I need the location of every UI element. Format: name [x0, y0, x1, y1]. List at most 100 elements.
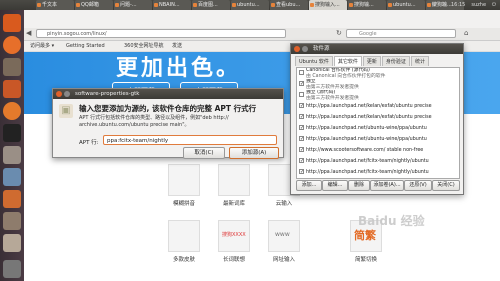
bookmark-getting-started[interactable]: Getting Started	[66, 41, 105, 51]
settings-icon[interactable]	[3, 146, 21, 164]
source-checkbox[interactable]: ✓	[299, 136, 304, 142]
source-checkbox[interactable]: ✓	[299, 125, 304, 131]
feature-fuzzy-pinyin[interactable]: 模糊拼音	[164, 164, 204, 207]
feature-latest-dictionary[interactable]: 最新词库	[214, 164, 254, 207]
source-row[interactable]: 独立 (源代码) 由第三方软件开发者提供	[297, 90, 459, 101]
browser-tab-strip: 千文本 QQ邮箱 问题-... NBAIN... 百度图... ubuntu..…	[36, 0, 465, 10]
source-checkbox[interactable]	[299, 70, 304, 75]
tab-other-software[interactable]: 其它软件	[333, 56, 362, 66]
revert-button[interactable]: 还原(V)	[404, 180, 432, 191]
dialog-heading: 输入您要添加为源的, 该软件仓库的完整 APT 行式行	[79, 104, 257, 113]
dialog-title: software-properties-gtk	[75, 91, 140, 97]
tab-statistics[interactable]: 统计	[410, 56, 429, 66]
watermark: Baidu 经验	[358, 214, 425, 228]
source-checkbox[interactable]: ✓	[299, 158, 304, 164]
dash-home-icon[interactable]	[3, 14, 21, 32]
feature-long-word[interactable]: 搜狗XXXX 长词联想	[214, 220, 254, 263]
browser-tab[interactable]: 搜狗输...	[348, 0, 386, 10]
volume-icon[interactable]: ♪	[442, 0, 445, 10]
network-icon[interactable]: ⇅	[432, 0, 436, 10]
edit-button[interactable]: 编辑...	[322, 180, 348, 191]
back-icon[interactable]: ◀	[26, 29, 31, 37]
feature-skins[interactable]: 多款皮肤	[164, 220, 204, 263]
favicon-icon	[76, 3, 80, 7]
top-panel: 千文本 QQ邮箱 问题-... NBAIN... 百度图... ubuntu..…	[0, 0, 500, 10]
workspace-icon[interactable]	[3, 234, 21, 252]
browser-tab[interactable]: 问题-...	[114, 0, 152, 10]
source-checkbox[interactable]: ✓	[299, 103, 304, 109]
source-checkbox[interactable]: ✓	[299, 169, 304, 175]
tab-authentication[interactable]: 身份验证	[381, 56, 410, 66]
source-checkbox[interactable]: ✓	[299, 114, 304, 120]
source-row[interactable]: Canonical 合作伙伴 (源代码) 由 Canonical 向合作伙伴打包的…	[297, 68, 459, 79]
source-row[interactable]: ✓ http://ppa.launchpad.net/ubuntu-wine/pp…	[297, 134, 459, 145]
browser-tab[interactable]: 千文本	[36, 0, 74, 10]
close-icon[interactable]	[294, 46, 300, 52]
source-row[interactable]: ✓ http://ppa.launchpad.net/kelan/exfat/ub…	[297, 112, 459, 123]
app-icon[interactable]	[3, 190, 21, 208]
remove-button[interactable]: 删除	[348, 180, 370, 191]
bookmark-most-visited[interactable]: 访问最多 ▾	[30, 41, 54, 51]
favicon-icon	[37, 3, 41, 7]
browser-tab[interactable]: 百度图...	[192, 0, 230, 10]
software-center-icon[interactable]	[3, 80, 21, 98]
fuzzy-pinyin-icon	[168, 164, 200, 196]
source-row[interactable]: ✓ http://ppa.launchpad.net/fcitx-team/nig…	[297, 156, 459, 167]
unity-launcher	[0, 10, 24, 281]
browser-tab[interactable]: 查看ubu...	[270, 0, 308, 10]
source-row[interactable]: ✓ http://ppa.launchpad.net/ubuntu-wine/pp…	[297, 123, 459, 134]
firefox-icon[interactable]	[3, 36, 21, 54]
favicon-icon	[349, 3, 353, 7]
user-name[interactable]: suzhe	[471, 0, 486, 10]
browser-tab[interactable]: QQ邮箱	[75, 0, 113, 10]
source-row[interactable]: ✓ http://ppa.launchpad.net/kelan/exfat/ub…	[297, 101, 459, 112]
source-row[interactable]: ✓ http://ppa.launchpad.net/fcitx-team/nig…	[297, 167, 459, 178]
files-icon[interactable]	[3, 58, 21, 76]
close-icon[interactable]	[56, 91, 62, 97]
search-input[interactable]: Google	[346, 29, 456, 38]
feature-url-input[interactable]: www 网址输入	[264, 220, 304, 263]
add-source-button[interactable]: 添加源(A)	[229, 147, 279, 159]
favicon-icon	[427, 3, 431, 7]
cancel-button[interactable]: 取消(C)	[183, 147, 225, 159]
sources-title: 软件源	[313, 46, 330, 52]
apt-line-input[interactable]: ppa:fcitx-team/nightly	[103, 135, 277, 145]
sources-list: Canonical 合作伙伴 (源代码) 由 Canonical 向合作伙伴打包的…	[296, 67, 460, 179]
apt-line-label: APT 行:	[79, 140, 99, 146]
source-checkbox[interactable]: ✓	[299, 147, 304, 153]
trash-icon[interactable]	[3, 260, 21, 278]
browser-tab[interactable]: NBAIN...	[153, 0, 191, 10]
home-icon[interactable]: ⌂	[464, 29, 468, 37]
url-bar[interactable]: pinyin.sogou.com/linux/	[36, 29, 286, 38]
browser-tab[interactable]: ubuntu...	[231, 0, 269, 10]
source-checkbox[interactable]	[299, 92, 304, 97]
banner-slogan: 更加出色。	[116, 56, 242, 81]
power-icon[interactable]: ⏻	[492, 0, 496, 10]
add-volume-button[interactable]: 添加卷(A)...	[370, 180, 404, 191]
tab-updates[interactable]: 更新	[362, 56, 381, 66]
reload-icon[interactable]: ↻	[336, 29, 342, 37]
source-row[interactable]: ✓ 独立 由第三方软件开发者提供	[297, 79, 459, 90]
browser-tab[interactable]: ubuntu...	[387, 0, 425, 10]
browser-tab-active[interactable]: 搜狗输入...	[309, 0, 347, 10]
dialog-titlebar: software-properties-gtk	[53, 89, 283, 99]
text-editor-icon[interactable]	[3, 168, 21, 186]
favicon-icon	[388, 3, 392, 7]
navigation-toolbar: ◀ pinyin.sogou.com/linux/ ↻ Google ⌂	[24, 28, 500, 41]
clock[interactable]: 16:15	[451, 0, 465, 10]
system-indicators: ⇅ ♪ 16:15 suzhe ⏻	[432, 0, 496, 10]
tab-ubuntu-software[interactable]: Ubuntu 软件	[295, 56, 333, 66]
favicon-icon	[271, 3, 275, 7]
url-icon: www	[268, 220, 300, 252]
ubuntu-one-icon[interactable]	[3, 102, 21, 120]
terminal-icon[interactable]	[3, 124, 21, 142]
favicon-icon	[232, 3, 236, 7]
app-icon[interactable]	[3, 212, 21, 230]
minimize-icon[interactable]	[64, 91, 70, 97]
minimize-icon[interactable]	[302, 46, 308, 52]
source-row[interactable]: ✓ http://www.scootersoftware.com/ stable …	[297, 145, 459, 156]
close-button[interactable]: 关闭(C)	[432, 180, 460, 191]
dialog-description: APT 行式行包括软件仓库的类型、路径以及组件，例如"deb http:// a…	[79, 115, 229, 128]
source-checkbox[interactable]: ✓	[299, 81, 304, 87]
add-button[interactable]: 添加...	[296, 180, 322, 191]
